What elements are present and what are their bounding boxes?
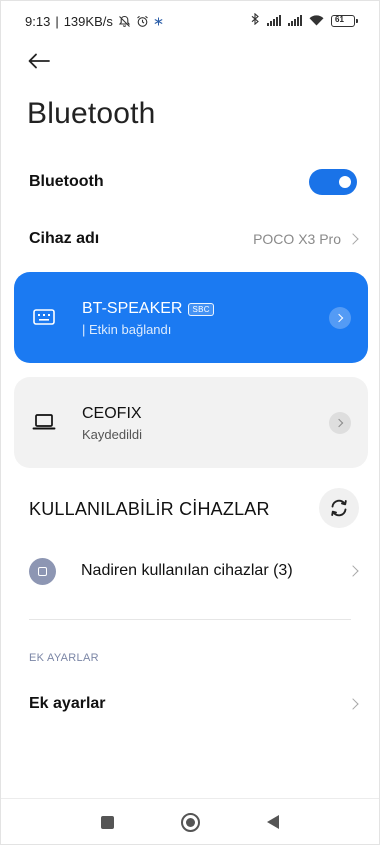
chevron-right-icon — [347, 565, 359, 577]
device-card-bt-speaker[interactable]: BT-SPEAKER SBC | Etkin bağlandı — [14, 272, 368, 363]
status-left: 9:13 | 139KB/s — [25, 14, 163, 29]
laptop-icon — [32, 410, 56, 434]
back-triangle-icon[interactable] — [267, 815, 279, 829]
device-card-ceofix[interactable]: CEOFIX Kaydedildi — [14, 377, 368, 468]
chevron-right-icon — [334, 418, 344, 428]
status-separator: | — [55, 14, 59, 29]
device-name-value: POCO X3 Pro — [253, 231, 341, 247]
battery-icon: 61 — [331, 14, 358, 27]
extra-settings-label: Ek ayarlar — [29, 695, 106, 712]
chevron-right-icon — [347, 233, 359, 245]
bluetooth-toggle-row[interactable]: Bluetooth — [29, 168, 357, 196]
extra-settings-row[interactable]: Ek ayarlar — [29, 690, 359, 718]
status-right: 61 — [251, 12, 358, 28]
device-box-icon — [29, 557, 56, 585]
arrow-left-icon — [28, 53, 50, 69]
toggle-knob — [339, 176, 351, 188]
rarely-used-devices-label: Nadiren kullanılan cihazlar (3) — [81, 562, 293, 579]
back-button[interactable] — [23, 47, 55, 75]
status-net-speed: 139KB/s — [63, 14, 113, 29]
chevron-right-icon — [334, 313, 344, 323]
bluetooth-toggle[interactable] — [309, 169, 357, 195]
refresh-icon — [331, 499, 347, 517]
snowflake-icon — [154, 17, 163, 26]
page-title: Bluetooth — [27, 97, 156, 130]
battery-level: 61 — [335, 14, 344, 24]
signal-1-icon — [267, 15, 281, 26]
rarely-used-devices-row[interactable]: Nadiren kullanılan cihazlar (3) — [29, 557, 359, 585]
navigation-bar — [1, 806, 379, 840]
bluetooth-label: Bluetooth — [29, 173, 104, 190]
settings-screen: 9:13 | 139KB/s 61 Bluetooth Bluetooth Ci… — [0, 0, 380, 845]
device-name-wrap: BT-SPEAKER SBC — [82, 300, 214, 318]
bluetooth-status-icon — [251, 12, 260, 28]
home-icon[interactable] — [181, 813, 200, 832]
device-status: | Etkin bağlandı — [82, 322, 172, 337]
status-time: 9:13 — [25, 14, 51, 29]
device-name-wrap: CEOFIX — [82, 405, 142, 423]
wifi-icon — [309, 15, 324, 26]
nav-divider — [1, 798, 379, 799]
device-name: BT-SPEAKER — [82, 300, 183, 317]
refresh-button[interactable] — [319, 488, 359, 528]
device-name: CEOFIX — [82, 405, 142, 422]
keyboard-icon — [32, 305, 56, 329]
codec-badge: SBC — [188, 302, 214, 316]
chevron-right-icon — [347, 698, 359, 710]
status-bar: 9:13 | 139KB/s 61 — [1, 1, 380, 41]
mute-bell-icon — [118, 15, 131, 28]
recent-apps-icon[interactable] — [101, 816, 114, 829]
device-details-button[interactable] — [329, 412, 351, 434]
device-status: Kaydedildi — [82, 427, 142, 442]
device-name-value-wrap: POCO X3 Pro — [253, 231, 359, 247]
section-divider — [29, 619, 351, 620]
signal-2-icon — [288, 15, 302, 26]
device-name-row[interactable]: Cihaz adı POCO X3 Pro — [29, 225, 359, 253]
available-devices-heading: KULLANILABİLİR CİHAZLAR — [29, 499, 270, 519]
device-name-label: Cihaz adı — [29, 230, 100, 247]
alarm-clock-icon — [136, 15, 149, 28]
extra-settings-caption: EK AYARLAR — [29, 652, 99, 664]
device-details-button[interactable] — [329, 307, 351, 329]
